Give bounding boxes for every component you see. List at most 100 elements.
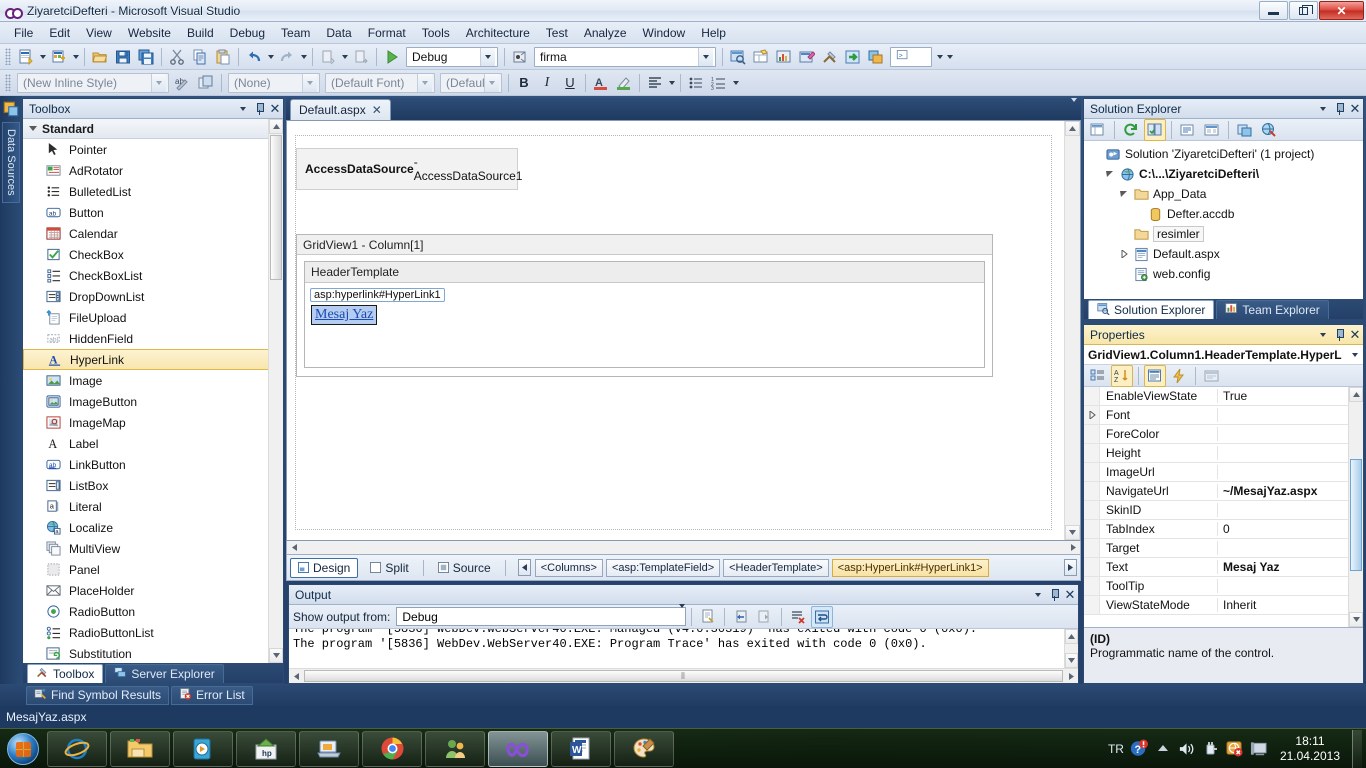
toolbox-scroll-up[interactable] — [269, 119, 283, 134]
design-scroll-right[interactable] — [1066, 541, 1080, 554]
data-sources-tab[interactable]: Data Sources — [2, 122, 20, 203]
taskbar-device-app[interactable] — [299, 730, 359, 767]
property-row-viewstatemode[interactable]: ViewStateMode Inherit — [1084, 596, 1363, 615]
save-button[interactable] — [112, 46, 134, 68]
tab-design[interactable]: Design — [290, 557, 359, 578]
numbered-list-icon[interactable]: 123 — [708, 72, 730, 94]
style-attribute-button[interactable]: ab — [172, 72, 194, 94]
toolbox-item-radiobutton[interactable]: RadioButton — [23, 601, 283, 622]
toolbox-item-localize[interactable]: a Localize — [23, 517, 283, 538]
design-scroll-up[interactable] — [1065, 121, 1080, 136]
properties-view-icon[interactable] — [1144, 364, 1166, 387]
toolbox-window-menu-button[interactable] — [235, 101, 251, 117]
property-pages-icon[interactable] — [1201, 365, 1223, 387]
menu-item-edit[interactable]: Edit — [41, 24, 78, 42]
command-window-dropdown[interactable] — [935, 46, 944, 68]
properties-object-dropdown-arrow[interactable] — [1347, 347, 1363, 363]
toolbox-item-calendar[interactable]: Calendar — [23, 223, 283, 244]
font-family-dropdown-arrow[interactable] — [417, 73, 432, 92]
new-item-dropdown[interactable] — [38, 46, 47, 68]
output-vertical-scrollbar[interactable] — [1064, 629, 1078, 668]
menu-item-build[interactable]: Build — [179, 24, 222, 42]
toolbox-item-linkbutton[interactable]: ab LinkButton — [23, 454, 283, 475]
design-scroll-left[interactable] — [287, 541, 301, 554]
design-horizontal-scrollbar[interactable] — [286, 541, 1081, 555]
toolbox-item-checkboxlist[interactable]: CheckBoxList — [23, 265, 283, 286]
property-row-enableviewstate[interactable]: EnableViewState True — [1084, 387, 1363, 406]
panel-tab-toolbox[interactable]: Toolbox — [27, 664, 104, 683]
taskbar-file-explorer[interactable] — [110, 730, 170, 767]
start-orb-icon[interactable] — [2, 731, 44, 767]
properties-scroll-down[interactable] — [1349, 612, 1363, 627]
toolbox-item-hiddenfield[interactable]: abl HiddenField — [23, 328, 283, 349]
menu-item-test[interactable]: Test — [538, 24, 576, 42]
power-plug-icon[interactable] — [1202, 740, 1220, 758]
menu-item-view[interactable]: View — [78, 24, 120, 42]
underline-button[interactable]: U — [559, 72, 581, 94]
property-value[interactable]: Inherit — [1218, 598, 1363, 612]
breadcrumb-scroll-right[interactable] — [1064, 559, 1077, 576]
start-debugging-button[interactable] — [381, 46, 403, 68]
highlight-icon[interactable] — [613, 72, 635, 94]
close-button[interactable]: ✕ — [1319, 1, 1364, 20]
solution-explorer-button[interactable] — [727, 46, 749, 68]
attach-style-sheet-button[interactable] — [195, 72, 217, 94]
toolbox-item-bulletedlist[interactable]: BulletedList — [23, 181, 283, 202]
toolbox-item-imagebutton[interactable]: ImageButton — [23, 391, 283, 412]
network-error-icon[interactable] — [1226, 740, 1244, 758]
tree-node-3[interactable]: Defter.accdb — [1084, 204, 1363, 224]
breadcrumb-item-2[interactable]: <HeaderTemplate> — [723, 558, 829, 577]
properties-window-button[interactable] — [750, 46, 772, 68]
clear-all-icon[interactable] — [787, 606, 809, 628]
taskbar-paint[interactable] — [614, 730, 674, 767]
categorized-icon[interactable] — [1087, 365, 1109, 387]
tree-node-5[interactable]: Default.aspx — [1084, 244, 1363, 264]
toolbox-item-listbox[interactable]: ListBox — [23, 475, 283, 496]
taskbar-word[interactable]: W — [551, 730, 611, 767]
toolbar-grip[interactable] — [5, 48, 11, 65]
redo-dropdown[interactable] — [299, 46, 308, 68]
toolbox-item-label[interactable]: A Label — [23, 433, 283, 454]
target-rule-combo[interactable]: (None) — [228, 72, 320, 93]
solution-explorer-close-button[interactable]: ✕ — [1347, 101, 1363, 117]
display-icon[interactable] — [1250, 740, 1268, 758]
target-dropdown-arrow[interactable] — [698, 47, 713, 66]
solution-tree[interactable]: Solution 'ZiyaretciDefteri' (1 project) C… — [1084, 141, 1363, 299]
properties-scrollbar[interactable] — [1348, 387, 1363, 627]
toolbox-scroll-down[interactable] — [269, 648, 283, 663]
redo-button[interactable] — [276, 46, 298, 68]
properties-window-menu-button[interactable] — [1315, 327, 1331, 343]
menu-item-team[interactable]: Team — [273, 24, 318, 42]
add-new-data-source-button[interactable] — [865, 46, 887, 68]
solution-explorer-pin-button[interactable] — [1331, 101, 1347, 117]
toolbox-item-radiobuttonlist[interactable]: RadioButtonList — [23, 622, 283, 643]
taskbar-clock[interactable]: 18:11 21.04.2013 — [1274, 734, 1346, 764]
start-page-button[interactable] — [842, 46, 864, 68]
font-family-combo[interactable]: (Default Font) — [325, 72, 435, 93]
gridview-control[interactable]: GridView1 - Column[1] HeaderTemplate asp… — [296, 234, 993, 377]
restore-button[interactable] — [1289, 1, 1318, 20]
active-files-dropdown[interactable] — [1071, 98, 1077, 116]
solution-explorer-window-menu-button[interactable] — [1315, 101, 1331, 117]
style-dropdown-arrow[interactable] — [151, 73, 166, 92]
toolbox-item-hyperlink[interactable]: A HyperLink — [23, 349, 283, 370]
view-designer-icon[interactable] — [1201, 119, 1223, 141]
save-all-button[interactable] — [135, 46, 157, 68]
hyperlink-control[interactable]: Mesaj Yaz — [311, 305, 378, 325]
output-window-menu-button[interactable] — [1030, 587, 1046, 603]
toolbox-item-imagemap[interactable]: ImageMap — [23, 412, 283, 433]
design-vertical-scrollbar[interactable] — [1064, 121, 1080, 540]
undo-button[interactable] — [243, 46, 265, 68]
properties-scroll-up[interactable] — [1349, 387, 1363, 402]
solution-configuration-dropdown-arrow[interactable] — [480, 47, 495, 66]
undo-dropdown[interactable] — [266, 46, 275, 68]
toolbox-item-image[interactable]: Image — [23, 370, 283, 391]
tab-source[interactable]: Source — [430, 558, 499, 578]
property-row-text[interactable]: Text Mesaj Yaz — [1084, 558, 1363, 577]
alphabetical-sort-icon[interactable]: AZ — [1111, 364, 1133, 387]
attach-to-process-button[interactable] — [509, 46, 531, 68]
navigate-backward-dropdown[interactable] — [340, 46, 349, 68]
toolbox-item-checkbox[interactable]: CheckBox — [23, 244, 283, 265]
data-sources-icon[interactable] — [2, 100, 20, 118]
tree-node-6[interactable]: web.config — [1084, 264, 1363, 284]
